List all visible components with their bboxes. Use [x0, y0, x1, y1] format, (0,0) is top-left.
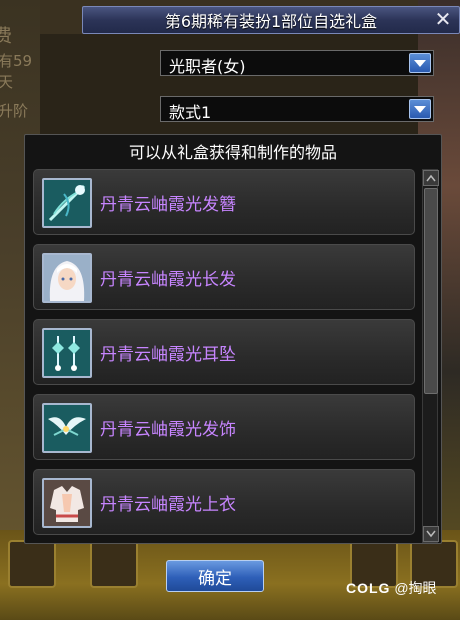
chevron-up-icon	[426, 174, 436, 182]
class-select[interactable]: 光职者(女)	[160, 50, 434, 76]
background-text: 费	[0, 26, 12, 47]
watermark: COLG @掏眼	[346, 578, 437, 598]
watermark-brand: COLG	[346, 580, 391, 596]
scroll-down-button[interactable]	[423, 526, 439, 542]
hairpin-icon	[42, 178, 92, 228]
dialog-title-bar[interactable]: 第6期稀有装扮1部位自选礼盒 ✕	[82, 6, 460, 34]
list-item[interactable]: 丹青云岫霞光发簪	[33, 169, 415, 235]
item-name: 丹青云岫霞光上衣	[100, 495, 236, 515]
list-item[interactable]: 丹青云岫霞光耳坠	[33, 319, 415, 385]
close-icon: ✕	[434, 7, 452, 31]
item-name: 丹青云岫霞光发簪	[100, 195, 236, 215]
watermark-author: @掏眼	[394, 580, 437, 596]
chevron-down-icon[interactable]	[409, 99, 431, 119]
scrollbar[interactable]	[422, 169, 439, 543]
top-garment-icon	[42, 478, 92, 528]
list-item[interactable]: 丹青云岫霞光发饰	[33, 394, 415, 460]
confirm-button[interactable]: 确定	[166, 560, 264, 592]
earring-icon	[42, 328, 92, 378]
item-name: 丹青云岫霞光长发	[100, 270, 236, 290]
dialog-title: 第6期稀有装扮1部位自选礼盒	[164, 12, 378, 31]
long-hair-portrait-icon	[42, 253, 92, 303]
hair-ornament-icon	[42, 403, 92, 453]
chevron-down-icon[interactable]	[409, 53, 431, 73]
class-select-value: 光职者(女)	[169, 57, 246, 76]
style-select-value: 款式1	[169, 103, 212, 122]
scroll-thumb[interactable]	[424, 188, 438, 394]
panel-header: 可以从礼盒获得和制作的物品	[128, 143, 337, 162]
chevron-down-icon	[426, 530, 436, 538]
items-panel: 可以从礼盒获得和制作的物品 丹青云岫霞光发簪 丹青云岫霞光长发 丹青云岫霞光耳坠…	[24, 134, 442, 544]
list-item[interactable]: 丹青云岫霞光上衣	[33, 469, 415, 535]
style-select[interactable]: 款式1	[160, 96, 434, 122]
list-item[interactable]: 丹青云岫霞光长发	[33, 244, 415, 310]
close-button[interactable]: ✕	[433, 9, 453, 29]
item-name: 丹青云岫霞光发饰	[100, 420, 236, 440]
scroll-up-button[interactable]	[423, 170, 439, 186]
item-name: 丹青云岫霞光耳坠	[100, 345, 236, 365]
